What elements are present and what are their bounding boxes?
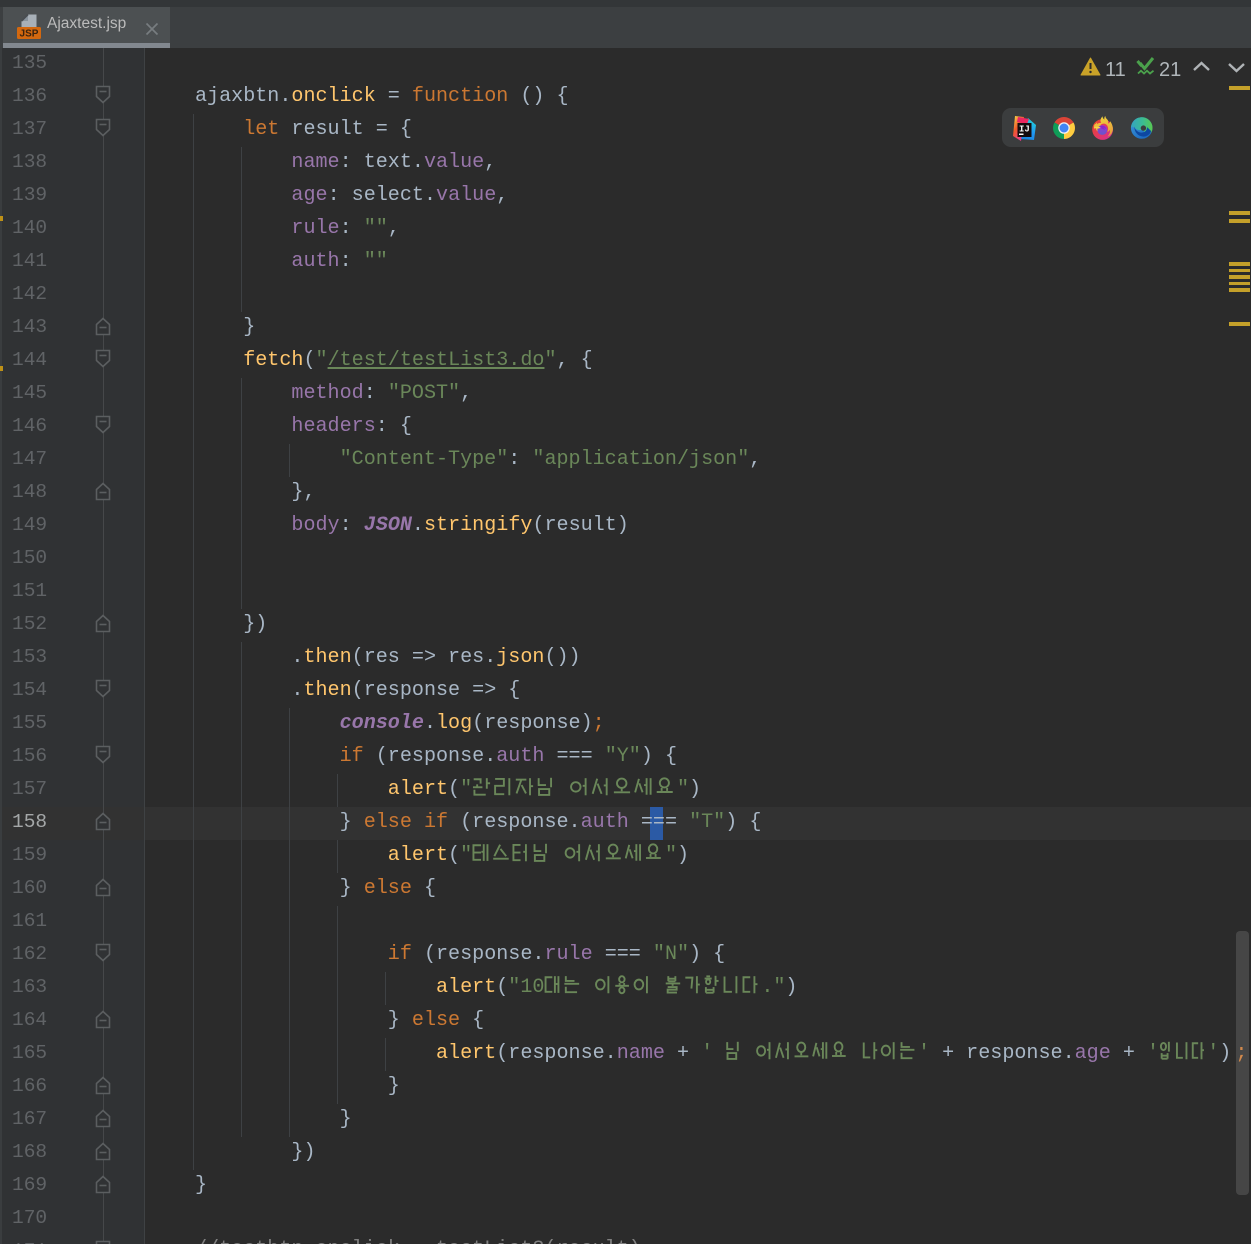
svg-text:IJ: IJ	[1019, 125, 1030, 135]
svg-text:JSP: JSP	[20, 29, 39, 40]
